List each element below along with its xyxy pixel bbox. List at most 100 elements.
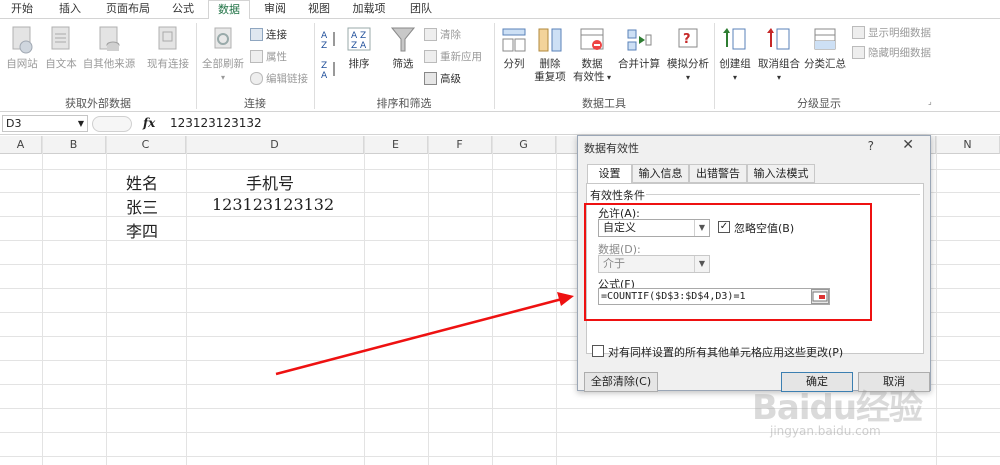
cell-c-name-header[interactable]: 姓名: [126, 170, 158, 194]
baidu-watermark-url: jingyan.baidu.com: [770, 424, 881, 438]
from-other-sources-button[interactable]: 自其他来源: [80, 25, 138, 71]
remove-duplicates-icon: [538, 28, 562, 52]
data-validation-button[interactable]: 数据 有效性 ▾: [572, 25, 612, 84]
what-if-icon: ?: [678, 28, 698, 48]
svg-text:Z: Z: [321, 41, 327, 49]
apply-all-label: 对有同样设置的所有其他单元格应用这些更改(P): [608, 346, 844, 359]
clear-filter-button[interactable]: 清除: [424, 27, 461, 43]
sort-za-button[interactable]: ZA: [318, 59, 340, 83]
outline-dialog-launcher-icon[interactable]: ⌟: [928, 97, 932, 106]
svg-text:Z: Z: [321, 61, 327, 71]
reapply-icon: [424, 50, 437, 63]
consolidate-icon: [627, 29, 652, 51]
column-header-d[interactable]: D: [186, 136, 364, 154]
tab-data[interactable]: 数据: [208, 0, 250, 20]
chevron-down-icon[interactable]: ▼: [78, 116, 84, 131]
ungroup-button[interactable]: 取消组合 ▾: [756, 25, 802, 84]
data-validation-icon: [580, 28, 604, 50]
group-label-sort-filter: 排序和筛选: [376, 97, 432, 110]
sort-dialog-icon: A ZZ A: [347, 27, 371, 51]
ungroup-icon: [767, 28, 790, 50]
help-icon[interactable]: ?: [868, 139, 874, 153]
close-icon[interactable]: ✕: [902, 137, 914, 153]
group-button[interactable]: 创建组 ▾: [716, 25, 754, 84]
cell-c-zhangsan[interactable]: 张三: [126, 194, 158, 218]
advanced-filter-icon: [424, 72, 437, 85]
ribbon-tabs: 开始 插入 页面布局 公式 数据 审阅 视图 加载项 团队: [0, 0, 1000, 20]
svg-text:A Z: A Z: [351, 31, 366, 41]
cell-d-phone-header[interactable]: 手机号: [246, 170, 294, 194]
remove-duplicates-button[interactable]: 删除 重复项: [532, 25, 568, 84]
properties-button[interactable]: 属性: [250, 49, 287, 65]
tab-addins[interactable]: 加载项: [344, 0, 394, 19]
sort-az-button[interactable]: AZ: [318, 29, 340, 53]
column-header-b[interactable]: B: [42, 136, 106, 154]
hide-detail-button[interactable]: 隐藏明细数据: [852, 45, 931, 61]
dialog-title: 数据有效性: [584, 142, 639, 155]
name-box[interactable]: D3 ▼: [2, 115, 88, 132]
column-header-a[interactable]: A: [0, 136, 42, 154]
group-icon: [723, 28, 746, 50]
criteria-divider: [646, 194, 920, 195]
clear-all-button[interactable]: 全部清除(C): [584, 372, 658, 392]
formula-input[interactable]: 123123123132: [170, 116, 262, 130]
reapply-button[interactable]: 重新应用: [424, 49, 482, 65]
formula-bar-splitter[interactable]: [92, 116, 132, 132]
filter-funnel-icon: [390, 27, 416, 52]
show-detail-button[interactable]: 显示明细数据: [852, 25, 931, 41]
text-doc-icon: [51, 26, 70, 50]
column-header-n[interactable]: N: [936, 136, 1000, 154]
column-header-e[interactable]: E: [364, 136, 428, 154]
tab-view[interactable]: 视图: [300, 0, 338, 19]
apply-all-checkbox[interactable]: [592, 345, 604, 357]
link-icon: [250, 72, 263, 85]
svg-text:A: A: [321, 71, 328, 79]
tab-page-layout[interactable]: 页面布局: [98, 0, 158, 19]
subtotal-button[interactable]: 分类汇总: [802, 25, 848, 71]
highlight-box: [584, 203, 872, 321]
tab-error-alert[interactable]: 出错警告: [689, 164, 747, 183]
baidu-watermark-logo: Baidu经验: [752, 388, 923, 428]
consolidate-button[interactable]: 合并计算: [616, 25, 662, 71]
hide-detail-icon: [852, 46, 865, 59]
refresh-all-button[interactable]: 全部刷新 ▾: [200, 25, 246, 84]
existing-connections-button[interactable]: 现有连接: [144, 25, 192, 71]
edit-links-button[interactable]: 编辑链接: [250, 71, 308, 87]
tab-formulas[interactable]: 公式: [164, 0, 202, 19]
svg-text:?: ?: [683, 32, 691, 47]
sort-button[interactable]: A ZZ A 排序: [342, 25, 376, 71]
tab-settings[interactable]: 设置: [587, 164, 632, 184]
database-icon: [99, 26, 120, 51]
tab-team[interactable]: 团队: [402, 0, 440, 19]
connections-doc-icon: [158, 26, 177, 50]
from-web-button[interactable]: 自网站: [2, 25, 42, 71]
sort-descending-icon: ZA: [321, 61, 335, 81]
filter-button[interactable]: 筛选: [386, 25, 420, 71]
column-header-c[interactable]: C: [106, 136, 186, 154]
show-detail-icon: [852, 26, 865, 39]
tab-insert[interactable]: 插入: [52, 0, 88, 19]
text-to-columns-button[interactable]: 分列: [498, 25, 530, 71]
cell-d-phone-value[interactable]: 123123123132: [212, 195, 334, 214]
group-label-data-tools: 数据工具: [582, 97, 626, 110]
tab-home[interactable]: 开始: [4, 0, 40, 19]
tab-input-message[interactable]: 输入信息: [632, 164, 689, 183]
tab-ime-mode[interactable]: 输入法模式: [747, 164, 815, 183]
group-label-external: 获取外部数据: [65, 97, 131, 110]
tab-review[interactable]: 审阅: [256, 0, 294, 19]
refresh-icon: [214, 27, 232, 49]
group-label-connections: 连接: [244, 97, 266, 110]
advanced-filter-button[interactable]: 高级: [424, 71, 461, 87]
properties-icon: [250, 50, 263, 63]
from-text-button[interactable]: 自文本: [42, 25, 80, 71]
text-to-columns-icon: [502, 28, 526, 52]
cell-c-lisi[interactable]: 李四: [126, 218, 158, 242]
column-header-g[interactable]: G: [492, 136, 556, 154]
what-if-analysis-button[interactable]: ? 模拟分析 ▾: [664, 25, 712, 84]
svg-text:Z A: Z A: [351, 41, 367, 51]
subtotal-icon: [814, 28, 836, 50]
insert-function-icon[interactable]: fx: [143, 116, 155, 130]
column-header-f[interactable]: F: [428, 136, 492, 154]
web-doc-icon: [12, 26, 33, 54]
connections-button[interactable]: 连接: [250, 27, 287, 43]
